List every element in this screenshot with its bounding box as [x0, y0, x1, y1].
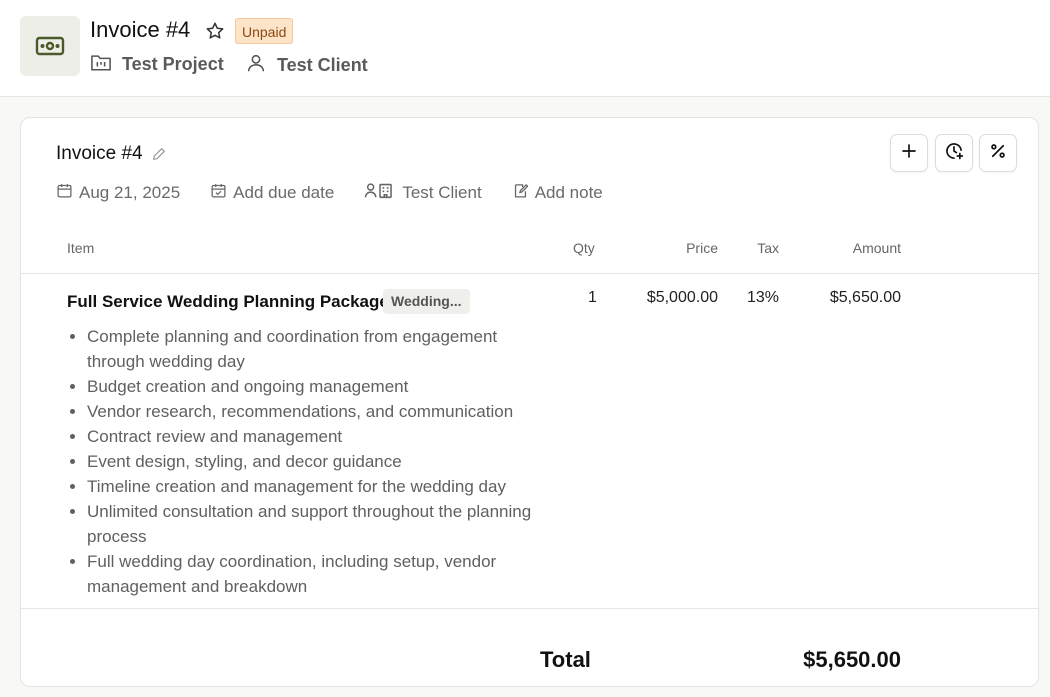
user-building-icon	[364, 182, 396, 204]
calendar-check-icon	[210, 182, 227, 204]
client-link[interactable]: Test Client	[245, 52, 368, 79]
invoice-card: Invoice #4 Aug 21, 2025 Add due date Tes…	[20, 117, 1039, 687]
description-item: Budget creation and ongoing management	[87, 374, 557, 399]
issue-date-text: Aug 21, 2025	[79, 183, 181, 202]
item-amount: $5,650.00	[829, 289, 901, 306]
project-link[interactable]: Test Project	[90, 52, 224, 77]
description-item: Contract review and management	[87, 424, 557, 449]
invoice-header: Invoice #4 Unpaid Test Project Test Clie…	[0, 0, 1050, 97]
item-price: $5,000.00	[646, 289, 718, 306]
invoice-title[interactable]: Invoice #4	[56, 143, 167, 165]
total-value: $5,650.00	[803, 647, 901, 672]
note-icon	[512, 182, 529, 204]
description-item: Vendor research, recommendations, and co…	[87, 399, 557, 424]
column-header-amount: Amount	[852, 240, 901, 256]
client-text: Test Client	[402, 183, 482, 202]
row-divider	[21, 608, 1038, 609]
plus-icon	[900, 142, 918, 165]
star-icon[interactable]	[204, 20, 226, 42]
invoice-meta: Aug 21, 2025 Add due date Test Client Ad…	[56, 182, 633, 204]
item-qty: 1	[588, 289, 597, 306]
client-name: Test Client	[277, 55, 368, 75]
description-item: Event design, styling, and decor guidanc…	[87, 449, 557, 474]
header-divider	[21, 273, 1038, 274]
add-item-button[interactable]	[890, 134, 928, 172]
note-text: Add note	[534, 183, 603, 202]
folder-icon	[90, 52, 112, 77]
money-bill-icon	[20, 16, 80, 76]
description-item: Complete planning and coordination from …	[87, 324, 557, 374]
total-label: Total	[540, 647, 591, 672]
description-item: Full wedding day coordination, including…	[87, 549, 557, 599]
column-header-tax: Tax	[757, 240, 779, 256]
calendar-icon	[56, 182, 73, 204]
user-icon	[245, 52, 267, 79]
page-title: Invoice #4	[90, 17, 191, 42]
clock-plus-icon	[944, 141, 964, 166]
add-note-button[interactable]: Add note	[512, 182, 603, 204]
issue-date[interactable]: Aug 21, 2025	[56, 182, 180, 204]
percent-icon	[989, 142, 1007, 165]
invoice-title-text: Invoice #4	[56, 143, 143, 164]
column-header-qty: Qty	[573, 240, 595, 256]
pencil-icon[interactable]	[151, 146, 167, 162]
item-tax: 13%	[747, 289, 780, 306]
add-due-date-button[interactable]: Add due date	[210, 182, 334, 204]
add-time-button[interactable]	[935, 134, 973, 172]
item-description: Complete planning and coordination from …	[67, 324, 557, 599]
item-name: Full Service Wedding Planning Package	[67, 292, 389, 311]
status-badge: Unpaid	[235, 18, 294, 44]
due-date-text: Add due date	[233, 183, 335, 202]
column-header-price: Price	[686, 240, 718, 256]
description-item: Unlimited consultation and support throu…	[87, 499, 557, 549]
project-name: Test Project	[122, 54, 224, 74]
discount-button[interactable]	[979, 134, 1017, 172]
item-tag[interactable]: Wedding...	[383, 289, 470, 314]
column-header-item: Item	[67, 240, 95, 256]
invoice-client[interactable]: Test Client	[364, 182, 482, 204]
description-item: Timeline creation and management for the…	[87, 474, 557, 499]
